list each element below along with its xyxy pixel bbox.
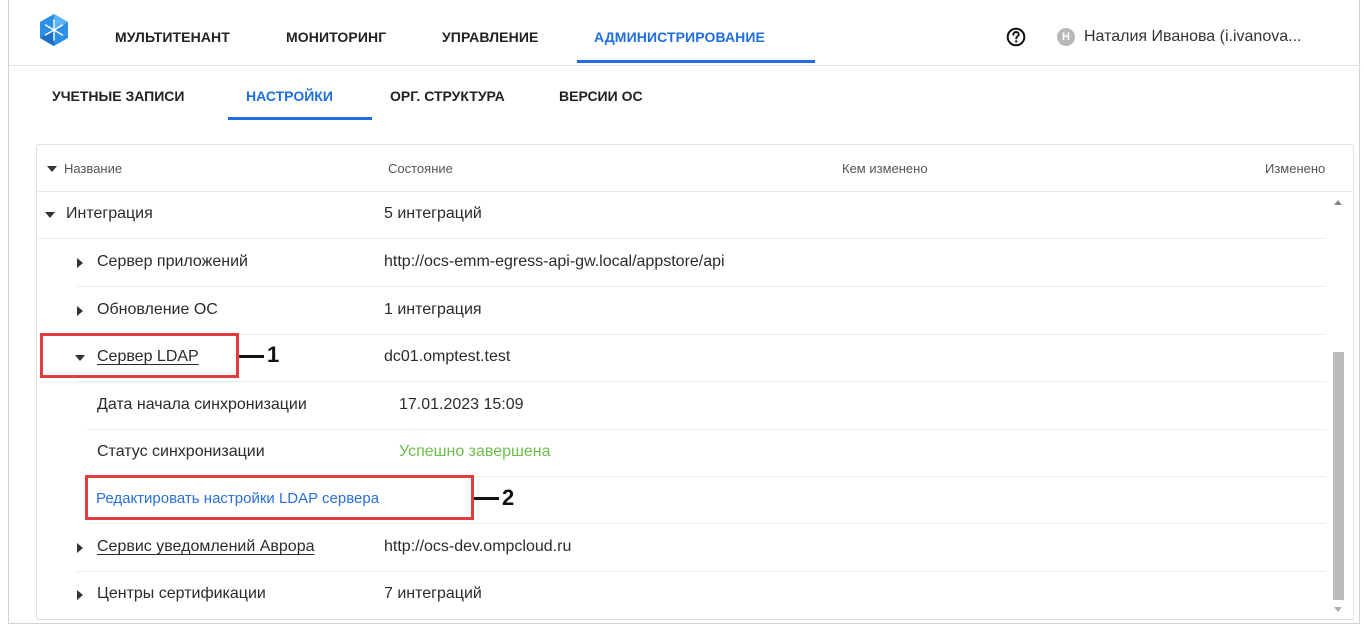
vertical-scrollbar[interactable] [1329,194,1347,617]
row-name: Статус синхронизации [97,443,265,460]
row-name: Интеграция [66,205,153,222]
row-state: dc01.omptest.test [384,348,511,365]
nav-monitoring[interactable]: МОНИТОРИНГ [286,29,386,45]
active-tab-indicator [228,117,372,120]
scrollbar-thumb[interactable] [1333,352,1344,600]
expand-caret-icon[interactable] [77,306,83,316]
settings-table: Название Состояние Кем изменено Изменено… [36,144,1354,620]
table-row-integration[interactable]: Интеграция 5 интеграций [37,192,1326,239]
row-name: Центры сертификации [97,585,266,602]
table-row-cert-centers[interactable]: Центры сертификации 7 интеграций [77,572,1326,619]
column-header-name[interactable]: Название [64,161,122,176]
expand-caret-icon[interactable] [77,543,83,553]
user-avatar[interactable]: Н [1057,28,1075,46]
callout-number-1: 1 [267,342,280,367]
scroll-down-arrow-icon[interactable] [1334,607,1342,612]
row-state: 5 интеграций [384,205,482,222]
table-row-app-server[interactable]: Сервер приложений http://ocs-emm-egress-… [77,240,1326,287]
scroll-up-arrow-icon[interactable] [1334,200,1342,205]
row-state: 1 интеграция [384,301,482,318]
app-window: МУЛЬТИТЕНАНТ МОНИТОРИНГ УПРАВЛЕНИЕ АДМИН… [8,0,1361,624]
user-name[interactable]: Наталия Иванова (i.ivanova... [1084,28,1301,46]
callout-highlight-1 [40,333,239,378]
nav-multitenant[interactable]: МУЛЬТИТЕНАНТ [115,29,230,45]
nav-administration[interactable]: АДМИНИСТРИРОВАНИЕ [594,29,765,45]
tab-os-versions[interactable]: ВЕРСИИ ОС [559,88,643,104]
tab-accounts[interactable]: УЧЕТНЫЕ ЗАПИСИ [52,88,184,104]
table-row-os-update[interactable]: Обновление ОС 1 интеграция [77,288,1326,335]
table-row-sync-status: Статус синхронизации Успешно завершена [87,430,1326,477]
active-nav-indicator [577,60,815,63]
row-state: 7 интеграций [384,585,482,602]
expand-caret-icon[interactable] [77,590,83,600]
callout-number-2: 2 [502,485,515,510]
row-name: Дата начала синхронизации [97,396,307,413]
column-header-changed-by[interactable]: Кем изменено [842,161,928,176]
table-header: Название Состояние Кем изменено Изменено [37,145,1353,192]
app-logo-icon[interactable] [37,13,71,47]
row-name[interactable]: Сервис уведомлений Аврора [97,538,315,556]
callout-line-2 [474,497,499,500]
sort-arrow-icon[interactable] [47,166,57,172]
table-row-aurora-notifications[interactable]: Сервис уведомлений Аврора http://ocs-dev… [77,525,1326,572]
top-navigation-bar: МУЛЬТИТЕНАНТ МОНИТОРИНГ УПРАВЛЕНИЕ АДМИН… [9,0,1361,66]
column-header-changed-at[interactable]: Изменено [1265,161,1325,176]
callout-line-1 [239,355,264,358]
row-name: Обновление ОС [97,301,218,318]
tab-org-structure[interactable]: ОРГ. СТРУКТУРА [390,88,505,104]
table-row-sync-start: Дата начала синхронизации 17.01.2023 15:… [87,383,1326,430]
column-header-state[interactable]: Состояние [388,161,453,176]
collapse-caret-icon[interactable] [45,212,55,218]
tab-settings[interactable]: НАСТРОЙКИ [246,88,333,104]
row-state: 17.01.2023 15:09 [399,396,524,413]
table-row-ldap-server[interactable]: Сервер LDAP dc01.omptest.test [75,335,1326,382]
row-state: http://ocs-dev.ompcloud.ru [384,538,572,555]
callout-highlight-2 [85,475,474,520]
question-circle-icon[interactable] [1006,27,1026,47]
sync-status-value: Успешно завершена [399,443,551,460]
row-state: http://ocs-emm-egress-api-gw.local/appst… [384,253,725,270]
row-name: Сервер приложений [97,253,248,270]
nav-management[interactable]: УПРАВЛЕНИЕ [442,29,538,45]
expand-caret-icon[interactable] [77,258,83,268]
